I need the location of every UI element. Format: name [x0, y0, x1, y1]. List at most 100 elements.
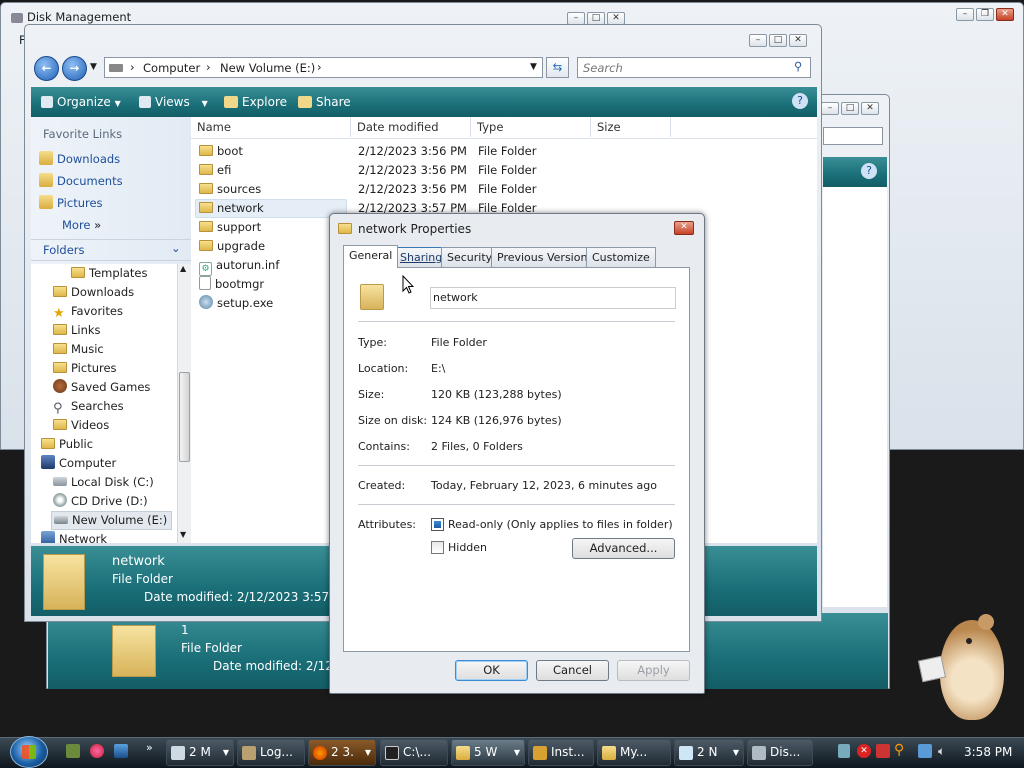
tree-downloads[interactable]: Downloads — [53, 283, 134, 302]
address-volume[interactable]: New Volume (E:) — [220, 61, 315, 75]
tree-scrollbar[interactable]: ▲ ▼ — [177, 264, 191, 543]
back-button[interactable]: ← — [34, 56, 59, 81]
cancel-button[interactable]: Cancel — [536, 660, 609, 681]
taskbar-item-2m[interactable]: 2 M ▼ — [166, 739, 234, 766]
maximize-button[interactable]: □ — [769, 34, 787, 47]
readonly-checkbox[interactable] — [431, 518, 444, 531]
col-size[interactable]: Size — [591, 117, 671, 137]
close-button[interactable]: ✕ — [861, 102, 879, 115]
tree-label: Downloads — [71, 285, 135, 299]
tree-network[interactable]: Network — [41, 530, 107, 543]
tree-favorites[interactable]: ★ Favorites — [53, 302, 123, 321]
favorite-pictures[interactable]: Pictures — [39, 194, 103, 213]
tab-previous-versions[interactable]: Previous Versions — [491, 247, 600, 267]
scroll-thumb[interactable] — [179, 372, 190, 462]
file-row[interactable]: efi 2/12/2023 3:56 PM File Folder — [191, 161, 817, 180]
tab-customize[interactable]: Customize — [586, 247, 656, 267]
tree-links[interactable]: Links — [53, 321, 101, 340]
search-input[interactable]: Search ⚲ — [577, 57, 811, 78]
explore-button[interactable]: Explore — [224, 87, 287, 117]
advanced-button[interactable]: Advanced... — [572, 538, 675, 559]
address-computer[interactable]: Computer — [143, 61, 200, 75]
hidden-checkbox[interactable] — [431, 541, 444, 554]
folder-icon — [53, 324, 67, 335]
tree-computer[interactable]: Computer — [41, 454, 116, 473]
taskbar-item-firefox[interactable]: 2 3. ▼ — [308, 739, 376, 766]
tab-security[interactable]: Security — [441, 247, 499, 267]
file-row[interactable]: sources 2/12/2023 3:56 PM File Folder — [191, 180, 817, 199]
tray-volume-icon[interactable]: 🔈︎ — [938, 744, 945, 759]
ok-button[interactable]: OK — [455, 660, 528, 681]
maximize-button[interactable]: □ — [841, 102, 859, 115]
taskbar-item-log[interactable]: Log... — [237, 739, 305, 766]
tree-label: Computer — [59, 456, 117, 470]
file-name: efi — [217, 163, 232, 177]
folders-header[interactable]: Folders ⌄ — [31, 239, 191, 261]
tree-local-disk[interactable]: Local Disk (C:) — [53, 473, 154, 492]
quicklaunch-more-icon[interactable]: » — [146, 741, 153, 754]
search-icon[interactable]: ⚲ — [794, 59, 802, 73]
tree-pictures[interactable]: Pictures — [53, 359, 117, 378]
close-button[interactable]: ✕ — [996, 8, 1014, 21]
forward-button[interactable]: → — [62, 56, 87, 81]
quicklaunch-desktop-icon[interactable] — [114, 744, 128, 758]
tray-search-icon[interactable]: ⚲ — [894, 742, 904, 758]
installer-icon — [533, 746, 547, 760]
tree-templates[interactable]: Templates — [71, 264, 147, 283]
help-icon[interactable]: ? — [861, 163, 877, 179]
tab-general[interactable]: General — [343, 245, 399, 268]
favorite-documents[interactable]: Documents — [39, 172, 123, 191]
tray-network-icon[interactable] — [918, 744, 932, 758]
help-icon[interactable]: ? — [792, 93, 808, 109]
tree-new-volume[interactable]: New Volume (E:) — [51, 511, 173, 530]
taskbar-item-cmd[interactable]: C:\... — [380, 739, 448, 766]
refresh-button[interactable]: ⇆ — [546, 57, 569, 78]
taskbar-item-explorer[interactable]: 5 W ▼ — [451, 739, 525, 766]
col-name[interactable]: Name — [191, 117, 351, 137]
address-sep-icon: › — [317, 60, 322, 74]
taskbar-item-2n[interactable]: 2 N ▼ — [674, 739, 744, 766]
recent-pages-dropdown[interactable]: ▼ — [90, 62, 97, 72]
minimize-button[interactable]: – — [956, 8, 974, 21]
organize-button[interactable]: Organize ▼ — [41, 87, 121, 117]
tree-videos[interactable]: Videos — [53, 416, 109, 435]
start-button[interactable] — [10, 736, 48, 768]
col-date[interactable]: Date modified — [351, 117, 471, 137]
share-button[interactable]: Share — [298, 87, 351, 117]
scroll-down-icon[interactable]: ▼ — [180, 530, 186, 539]
dialog-close-button[interactable]: ✕ — [674, 221, 694, 235]
tree-cd-drive[interactable]: CD Drive (D:) — [53, 492, 148, 511]
right-window-caps: – ❐ ✕ — [956, 8, 1014, 21]
restore-button[interactable]: ❐ — [976, 8, 994, 21]
tree-searches[interactable]: ⚲ Searches — [53, 397, 124, 416]
tree-public[interactable]: Public — [41, 435, 93, 454]
minimize-button[interactable]: – — [821, 102, 839, 115]
quicklaunch-show-desktop-icon[interactable] — [66, 744, 80, 758]
views-button[interactable]: Views ▼ — [139, 87, 208, 117]
scroll-up-icon[interactable]: ▲ — [180, 264, 186, 273]
tree-saved-games[interactable]: Saved Games — [53, 378, 150, 397]
folder-name-field[interactable]: network — [430, 287, 676, 309]
taskbar-item-my[interactable]: My... — [597, 739, 671, 766]
favorite-downloads[interactable]: Downloads — [39, 150, 120, 169]
tray-shield-icon[interactable] — [876, 744, 890, 758]
hamster-gadget[interactable] — [917, 612, 1010, 722]
quicklaunch-browser-icon[interactable] — [90, 744, 104, 758]
minimize-button[interactable]: – — [749, 34, 767, 47]
tree-music[interactable]: Music — [53, 340, 104, 359]
tray-icon[interactable] — [838, 744, 850, 758]
taskbar-item-disk[interactable]: Dis... — [747, 739, 813, 766]
col-type[interactable]: Type — [471, 117, 591, 137]
tray-error-icon[interactable]: ✕ — [857, 744, 871, 758]
more-link[interactable]: More » — [62, 216, 101, 235]
back-search-box[interactable] — [823, 127, 883, 145]
dialog-folder-icon — [338, 222, 356, 236]
close-button[interactable]: ✕ — [789, 34, 807, 47]
file-row[interactable]: boot 2/12/2023 3:56 PM File Folder — [191, 142, 817, 161]
chevron-down-icon[interactable]: ▼ — [530, 62, 537, 72]
views-label: Views — [155, 95, 190, 109]
address-bar[interactable]: › Computer › New Volume (E:) › ▼ — [104, 57, 543, 78]
taskbar-item-inst[interactable]: Inst... — [528, 739, 594, 766]
clock[interactable]: 3:58 PM — [964, 745, 1012, 759]
apply-button[interactable]: Apply — [617, 660, 690, 681]
